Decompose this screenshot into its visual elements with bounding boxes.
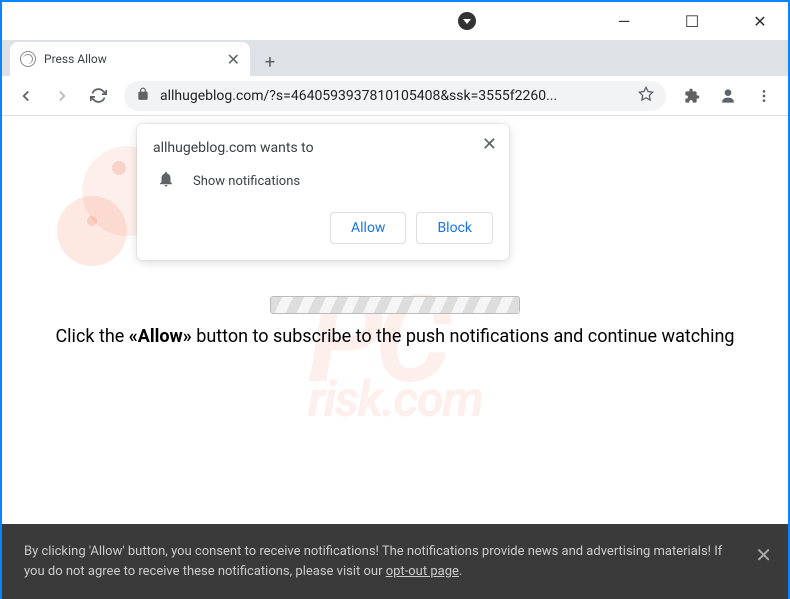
forward-button[interactable] — [46, 80, 78, 112]
address-bar[interactable]: allhugeblog.com/?s=4640593937810105408&s… — [124, 81, 666, 111]
new-tab-button[interactable]: + — [256, 48, 284, 76]
maximize-button[interactable]: ☐ — [672, 6, 712, 36]
globe-icon — [20, 51, 36, 67]
tab-close-button[interactable]: ✕ — [227, 50, 240, 69]
consent-banner: ✕ By clicking 'Allow' button, you consen… — [2, 524, 788, 599]
tab-title: Press Allow — [44, 52, 219, 66]
dialog-close-button[interactable]: ✕ — [482, 134, 497, 155]
banner-close-button[interactable]: ✕ — [755, 540, 772, 570]
profile-button[interactable] — [712, 80, 744, 112]
watermark-dot-icon — [112, 161, 126, 175]
url-text: allhugeblog.com/?s=4640593937810105408&s… — [160, 88, 628, 104]
permission-label: Show notifications — [193, 174, 300, 189]
permission-origin: allhugeblog.com wants to — [153, 140, 493, 156]
browser-toolbar: allhugeblog.com/?s=4640593937810105408&s… — [2, 76, 788, 116]
reload-button[interactable] — [82, 80, 114, 112]
block-button[interactable]: Block — [416, 212, 493, 244]
instruction-text: Click the «Allow» button to subscribe to… — [2, 326, 788, 347]
watermark-text: PCrisk.com — [308, 271, 482, 429]
progress-fill — [271, 297, 519, 313]
browser-tab[interactable]: Press Allow ✕ — [10, 42, 250, 76]
back-button[interactable] — [10, 80, 42, 112]
menu-button[interactable] — [748, 80, 780, 112]
minimize-button[interactable]: — — [604, 6, 644, 36]
page-content: PCrisk.com ✕ allhugeblog.com wants to Sh… — [2, 116, 788, 599]
allow-button[interactable]: Allow — [330, 212, 406, 244]
watermark-dot-icon — [87, 216, 97, 226]
extensions-button[interactable] — [676, 80, 708, 112]
window-close-button[interactable]: ✕ — [740, 6, 780, 36]
watermark-circle-icon — [57, 196, 127, 266]
tab-strip: Press Allow ✕ + — [2, 40, 788, 76]
dropdown-indicator-icon[interactable] — [458, 12, 476, 30]
window-titlebar: — ☐ ✕ — [2, 2, 788, 40]
opt-out-link[interactable]: opt-out page — [386, 564, 459, 579]
consent-text: By clicking 'Allow' button, you consent … — [24, 544, 722, 579]
bell-icon — [157, 170, 175, 192]
bookmark-star-icon[interactable] — [638, 86, 654, 106]
permission-dialog: ✕ allhugeblog.com wants to Show notifica… — [137, 124, 509, 260]
progress-bar — [270, 296, 520, 314]
lock-icon — [136, 86, 150, 105]
